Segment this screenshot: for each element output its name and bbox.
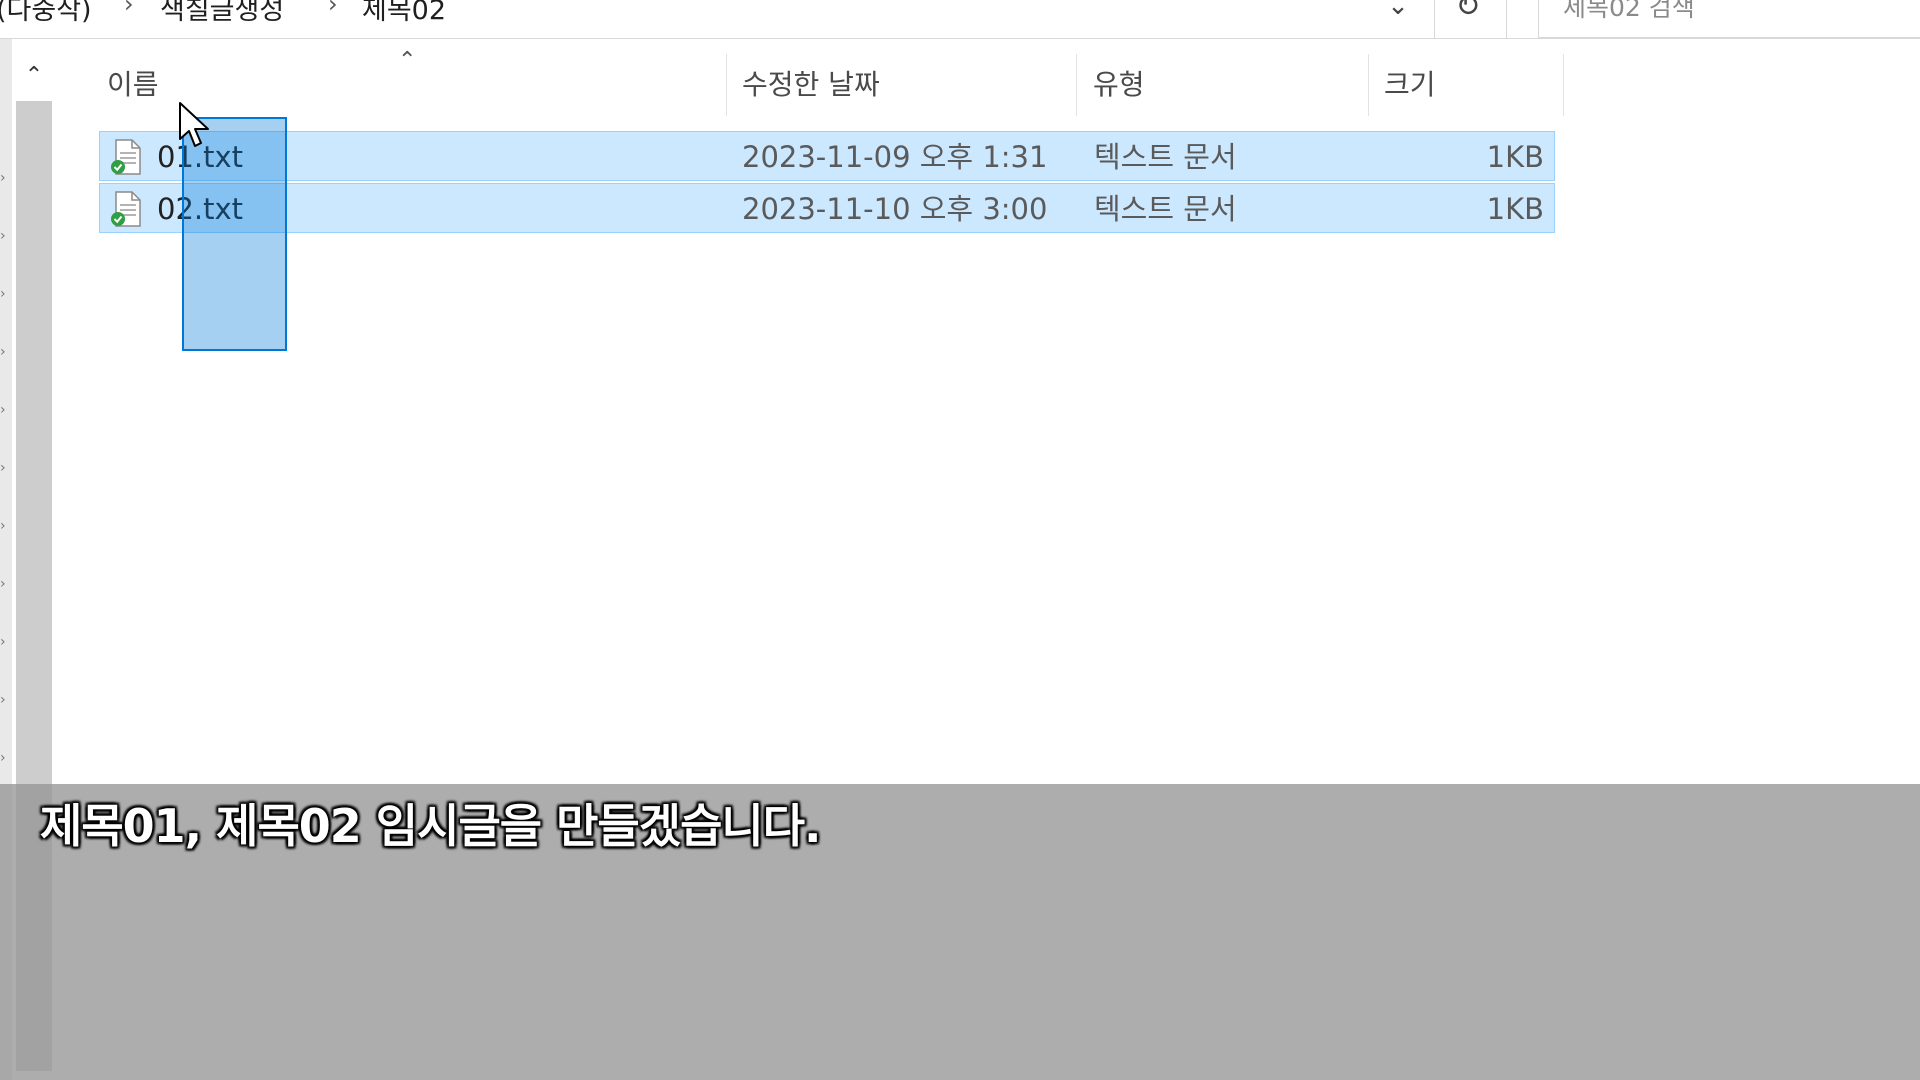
breadcrumb-item[interactable]: 색칠글생성 xyxy=(160,0,284,27)
column-divider[interactable] xyxy=(1368,54,1369,116)
column-header-type[interactable]: 유형 xyxy=(1093,60,1145,116)
column-divider[interactable] xyxy=(1563,54,1564,116)
breadcrumb-item-current[interactable]: 제목02 xyxy=(362,0,446,27)
search-placeholder: 제목02 검색 xyxy=(1563,0,1695,22)
file-row[interactable]: 02.txt 2023-11-10 오후 3:00 텍스트 문서 1KB xyxy=(99,183,1555,233)
text-document-icon xyxy=(111,191,141,227)
file-type: 텍스트 문서 xyxy=(1094,140,1237,174)
file-type: 텍스트 문서 xyxy=(1094,192,1237,226)
column-header-size[interactable]: 크기 xyxy=(1384,60,1436,116)
address-divider xyxy=(1434,0,1435,38)
column-header-modified[interactable]: 수정한 날짜 xyxy=(742,60,880,116)
breadcrumb-separator-icon[interactable]: › xyxy=(124,0,134,18)
nav-expand-icon[interactable]: › xyxy=(0,461,6,475)
text-document-icon xyxy=(111,139,141,175)
chevron-up-icon: ⌃ xyxy=(398,48,417,73)
refresh-icon[interactable]: ↻ xyxy=(1440,0,1496,28)
column-divider[interactable] xyxy=(1076,54,1077,116)
nav-expand-icon[interactable]: › xyxy=(0,345,6,359)
breadcrumb-item[interactable]: (다중작) xyxy=(0,0,92,27)
chevron-down-icon[interactable]: ⌄ xyxy=(1386,0,1410,24)
subtitle-caption: 제목01, 제목02 임시글을 만들겠습니다. xyxy=(40,799,822,853)
nav-expand-icon[interactable]: › xyxy=(0,229,6,243)
column-divider[interactable] xyxy=(726,54,727,116)
nav-expand-icon[interactable]: › xyxy=(0,751,6,765)
mouse-cursor-icon xyxy=(179,102,209,147)
breadcrumb-separator-icon[interactable]: › xyxy=(328,0,338,18)
marquee-selection xyxy=(182,117,287,351)
scroll-up-chevron-icon[interactable]: ⌃ xyxy=(14,56,54,96)
file-row[interactable]: 01.txt 2023-11-09 오후 1:31 텍스트 문서 1KB xyxy=(99,131,1555,181)
file-modified: 2023-11-09 오후 1:31 xyxy=(742,140,1048,174)
nav-expand-icon[interactable]: › xyxy=(0,519,6,533)
nav-expand-icon[interactable]: › xyxy=(0,403,6,417)
nav-expand-icon[interactable]: › xyxy=(0,287,6,301)
file-size: 1KB xyxy=(1486,140,1544,174)
nav-expand-icon[interactable]: › xyxy=(0,577,6,591)
nav-expand-icon[interactable]: › xyxy=(0,693,6,707)
address-divider xyxy=(1506,0,1507,38)
nav-expand-icon[interactable]: › xyxy=(0,171,6,185)
nav-expand-icon[interactable]: › xyxy=(0,635,6,649)
column-header-name[interactable]: 이름 xyxy=(107,60,159,116)
search-input[interactable]: 제목02 검색 xyxy=(1538,0,1920,38)
file-size: 1KB xyxy=(1486,192,1544,226)
file-modified: 2023-11-10 오후 3:00 xyxy=(742,192,1048,226)
